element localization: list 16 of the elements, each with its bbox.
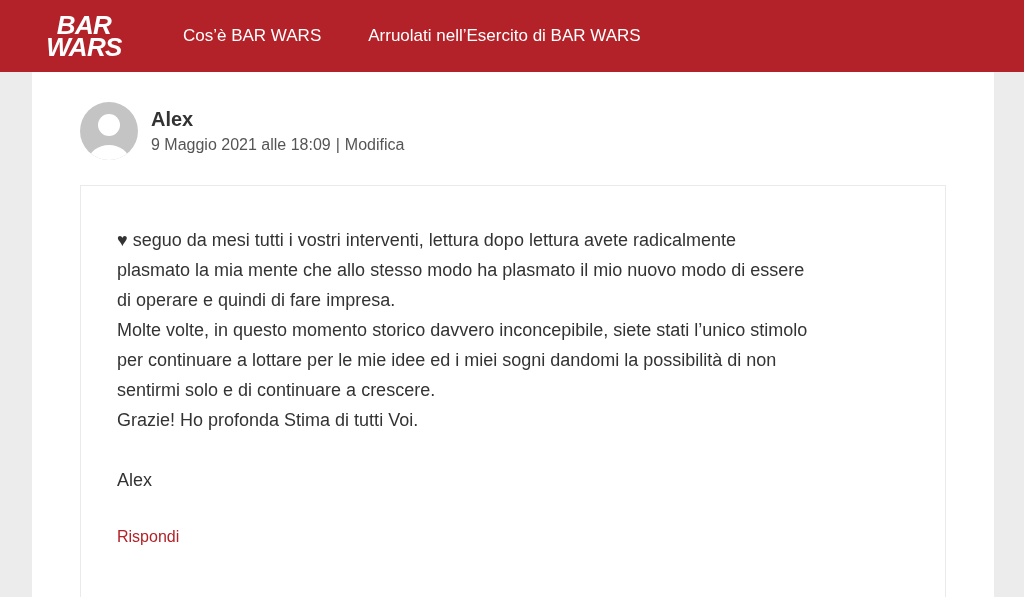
comment-date[interactable]: 9 Maggio 2021 alle 18:09 — [151, 135, 331, 155]
comment-text: plasmato la mia mente che allo stesso modo ha plasmato il mio nuovo modo di essere — [117, 259, 806, 282]
comment-text: sentirmi solo e di continuare a crescere. — [117, 379, 437, 402]
comment-text: Grazie! Ho profonda Stima di tutti Voi. — [117, 409, 420, 432]
comment-text: Molte volte, in questo momento storico davvero inconcepibile, siete stati l’unico stimolo — [117, 319, 809, 342]
reply-link[interactable]: Rispondi — [117, 525, 180, 549]
comment-text: per continuare a lottare per le mie idee ed i miei sogni dandomi la possibilità di non — [117, 349, 778, 372]
nav-link[interactable]: Cos’è BAR WARS — [183, 23, 322, 49]
nav-link[interactable]: Arruolati nell’Esercito di BAR WARS — [368, 23, 641, 49]
separator: | — [335, 135, 340, 155]
comment-text: ♥ seguo da mesi tutti i vostri interventi, lettura dopo lettura avete radicalmente — [117, 229, 737, 252]
edit-link[interactable]: Modifica — [344, 135, 405, 155]
logo[interactable]: BAR WARS — [32, 14, 136, 58]
signature: Alex — [117, 469, 153, 492]
comment-text: di operare e quindi di fare impresa. — [117, 289, 397, 312]
author-name: Alex — [151, 107, 195, 131]
